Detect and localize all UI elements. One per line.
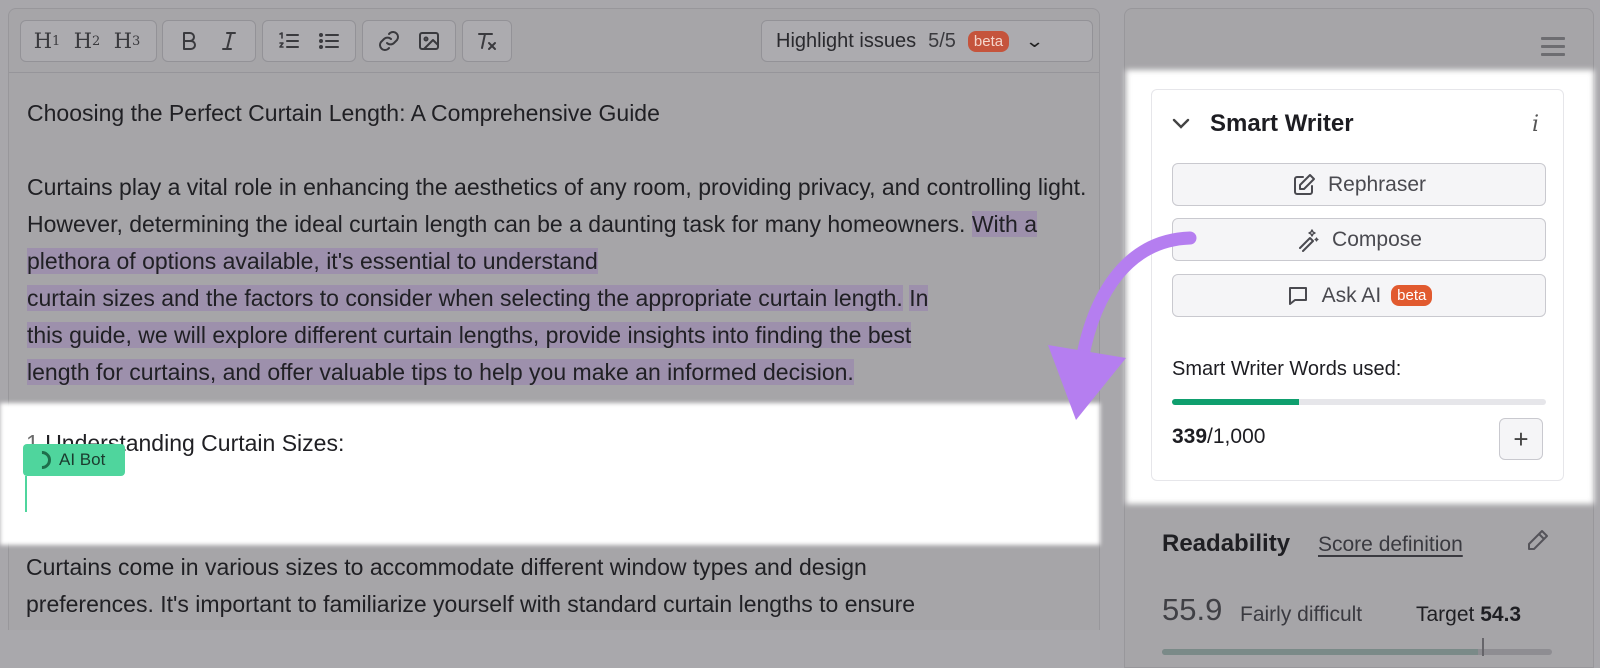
lower-paragraph: Curtains come in various sizes to accomm…: [26, 554, 916, 617]
add-words-button[interactable]: +: [1499, 418, 1543, 460]
edit-icon: [1293, 173, 1315, 195]
beta-badge: beta: [1391, 285, 1433, 306]
clear-format-icon: [478, 33, 496, 50]
clear-group: [462, 20, 512, 62]
menu-icon[interactable]: [1541, 37, 1565, 61]
readability-target: Target 54.3: [1416, 603, 1522, 626]
heading-2-button[interactable]: H2: [67, 21, 107, 61]
link-icon: [379, 31, 399, 51]
format-group: [162, 20, 256, 62]
chat-bubble-icon: [1288, 286, 1307, 305]
list-group: [262, 20, 356, 62]
highlighted-sentence[interactable]: this guide, we will explore different cu…: [27, 322, 912, 348]
smart-writer-card: Smart Writer i Rephraser Compose Ask AI …: [1151, 89, 1564, 481]
heading-3-button[interactable]: H3: [107, 21, 147, 61]
rephraser-button[interactable]: Rephraser: [1172, 163, 1546, 206]
editor-toolbar: H1 H2 H3 Highlight issues 5/5 beta ⌄: [9, 9, 1099, 73]
focus-highlight-band: [0, 403, 1100, 545]
chevron-down-icon[interactable]: [1172, 118, 1190, 130]
text-caret: [25, 476, 27, 512]
score-definition-link[interactable]: Score definition: [1318, 533, 1463, 557]
pencil-icon[interactable]: [1526, 528, 1550, 552]
ai-bot-cursor-label: AI Bot: [23, 444, 125, 476]
highlighted-sentence[interactable]: length for curtains, and offer valuable …: [27, 359, 854, 385]
readability-title: Readability: [1162, 530, 1291, 557]
image-icon: [419, 32, 439, 50]
words-used-label: Smart Writer Words used:: [1172, 358, 1402, 380]
clear-format-button[interactable]: [469, 21, 505, 61]
link-button[interactable]: [369, 21, 409, 61]
ask-ai-button[interactable]: Ask AI beta: [1172, 274, 1546, 317]
bottom-fade: [0, 630, 1100, 668]
bullet-list-icon: [319, 33, 339, 49]
italic-button[interactable]: [209, 21, 249, 61]
ai-bot-label: AI Bot: [59, 450, 106, 469]
italic-icon: [222, 32, 236, 50]
intro-paragraph: Curtains play a vital role in enhancing …: [27, 174, 1087, 385]
readability-score-label: Fairly difficult: [1240, 603, 1363, 626]
info-icon[interactable]: i: [1532, 112, 1539, 137]
bold-button[interactable]: [169, 21, 209, 61]
ordered-list-icon: [279, 32, 299, 48]
ordered-list-button[interactable]: [269, 21, 309, 61]
heading-group: H1 H2 H3: [20, 20, 157, 62]
chevron-down-icon: ⌄: [1024, 30, 1045, 51]
magic-pen-icon: [1299, 228, 1319, 252]
bullet-list-button[interactable]: [309, 21, 349, 61]
readability-score: 55.9: [1162, 592, 1223, 627]
document-title: Choosing the Perfect Curtain Length: A C…: [27, 100, 660, 126]
insert-group: [362, 20, 456, 62]
loading-spinner-icon: [29, 447, 55, 473]
highlighted-sentence[interactable]: In: [909, 285, 929, 311]
highlighted-sentence[interactable]: curtain sizes and the factors to conside…: [27, 285, 903, 311]
beta-badge: beta: [967, 30, 1010, 52]
document-body[interactable]: Choosing the Perfect Curtain Length: A C…: [27, 73, 1089, 391]
readability-bar: [1162, 649, 1552, 655]
words-used-count: 339/1,000: [1172, 425, 1266, 448]
target-marker: [1482, 638, 1484, 656]
image-button[interactable]: [409, 21, 449, 61]
smart-writer-title: Smart Writer: [1210, 110, 1354, 137]
heading-1-button[interactable]: H1: [27, 21, 67, 61]
compose-button[interactable]: Compose: [1172, 218, 1546, 261]
bold-icon: [183, 32, 196, 50]
highlight-issues-dropdown[interactable]: Highlight issues 5/5 beta ⌄: [761, 20, 1093, 62]
words-used-progress: [1172, 399, 1546, 405]
highlight-issues-count: 5/5: [928, 29, 956, 52]
highlight-issues-label: Highlight issues: [776, 29, 917, 52]
